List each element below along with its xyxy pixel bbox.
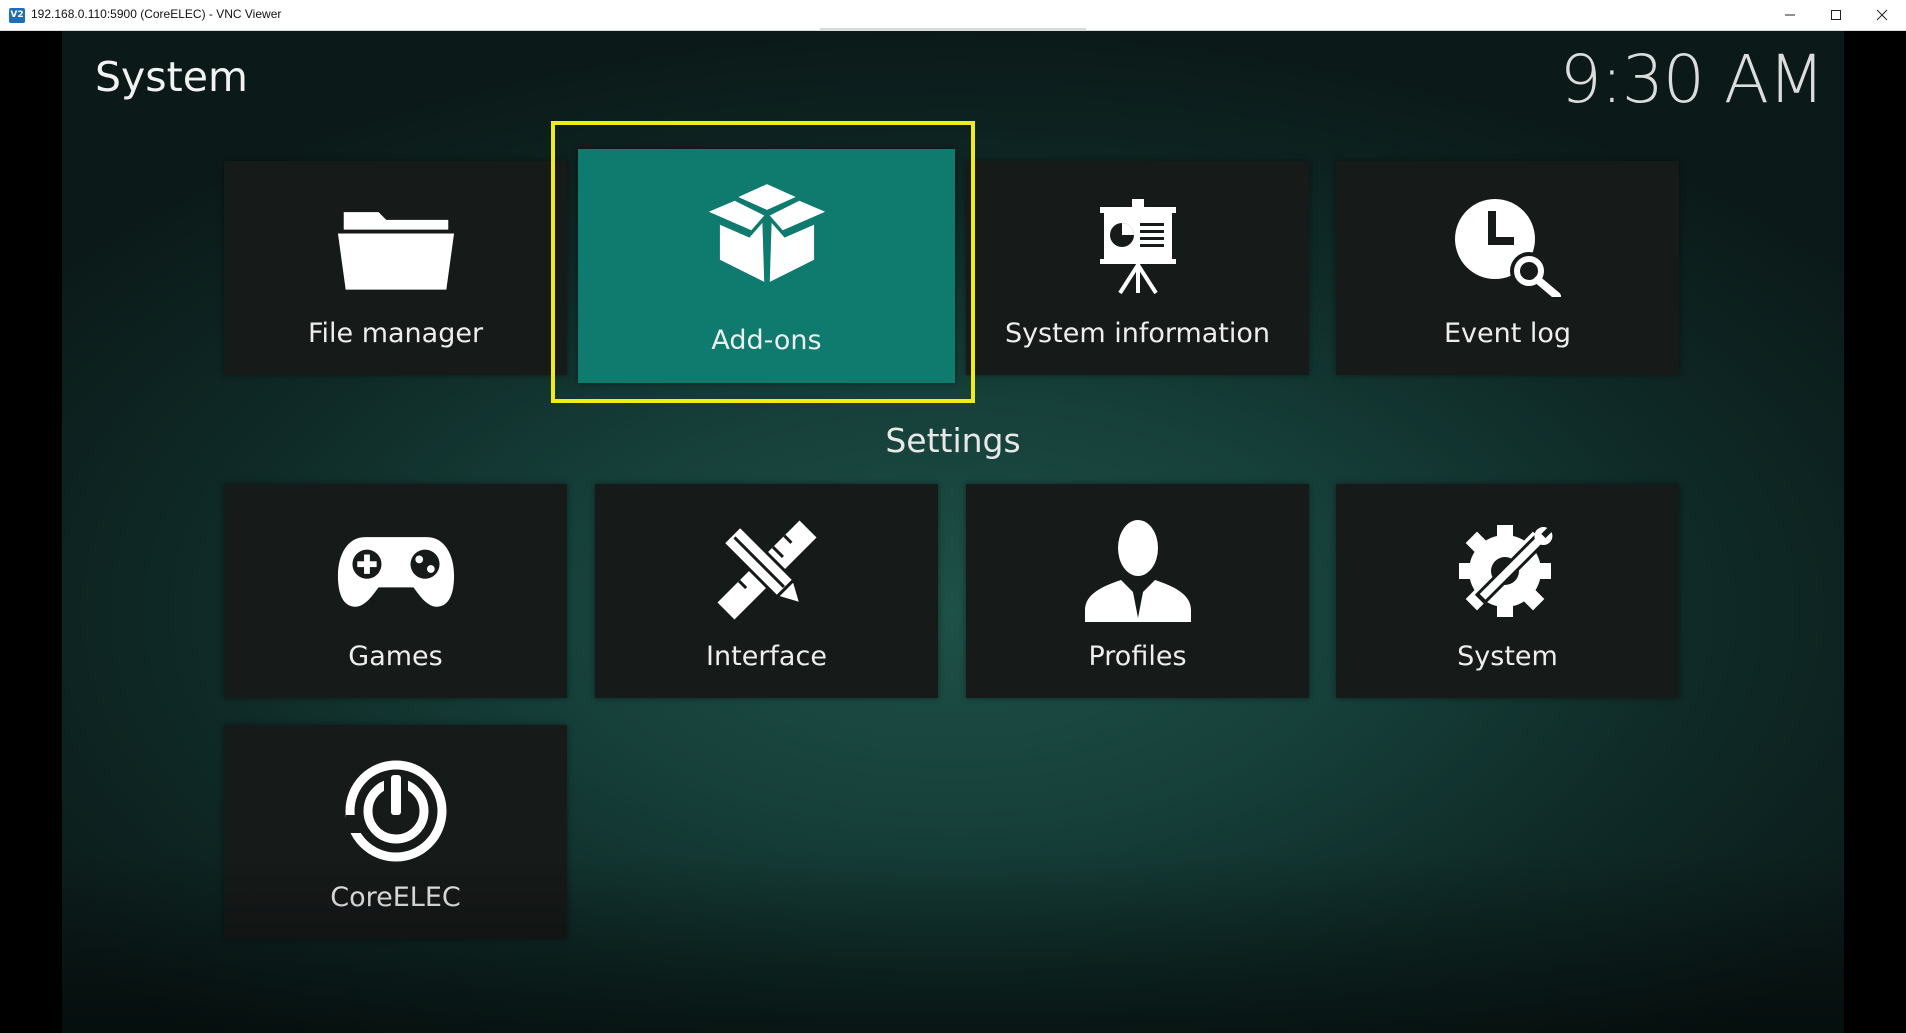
tile-games[interactable]: Games xyxy=(224,484,567,698)
user-icon xyxy=(1078,520,1198,622)
tile-system[interactable]: System xyxy=(1336,484,1679,698)
presentation-icon xyxy=(1078,197,1198,297)
maximize-icon xyxy=(1831,10,1841,20)
gear-wrench-icon xyxy=(1448,520,1568,620)
folder-icon xyxy=(336,197,456,297)
kodi-system-screen: System 9:30 AM File manager Add-ons Syst… xyxy=(62,31,1844,1033)
tile-label: Games xyxy=(348,641,443,672)
tile-label: System xyxy=(1457,641,1558,672)
clock: 9:30 AM xyxy=(1559,41,1825,118)
tile-label: File manager xyxy=(307,318,484,349)
close-icon xyxy=(1876,9,1888,21)
power-icon xyxy=(336,760,456,862)
tile-profiles[interactable]: Profiles xyxy=(966,484,1309,698)
title-bar[interactable]: V2 192.168.0.110:5900 (CoreELEC) - VNC V… xyxy=(0,0,1906,32)
tile-file-manager[interactable]: File manager xyxy=(224,161,567,375)
tile-label: System information xyxy=(1004,318,1271,349)
pencil-ruler-icon xyxy=(707,520,827,620)
tile-label: CoreELEC xyxy=(330,882,461,913)
tile-label: Profiles xyxy=(1088,641,1187,672)
maximize-button[interactable] xyxy=(1813,0,1859,30)
section-label-settings: Settings xyxy=(885,421,1021,460)
gamepad-icon xyxy=(336,520,456,620)
box-icon xyxy=(707,183,827,283)
tile-interface[interactable]: Interface xyxy=(595,484,938,698)
minimize-button[interactable] xyxy=(1767,0,1813,30)
page-title: System xyxy=(95,53,248,101)
clock-search-icon xyxy=(1448,197,1568,297)
minimize-icon xyxy=(1785,14,1795,16)
tile-event-log[interactable]: Event log xyxy=(1336,161,1679,375)
tile-add-ons[interactable]: Add-ons xyxy=(578,149,955,383)
tile-system-information[interactable]: System information xyxy=(966,161,1309,375)
vnc-viewer-window: V2 192.168.0.110:5900 (CoreELEC) - VNC V… xyxy=(0,0,1906,1033)
window-title: 192.168.0.110:5900 (CoreELEC) - VNC View… xyxy=(31,7,282,21)
tile-coreelec[interactable]: CoreELEC xyxy=(224,725,567,939)
tile-label: Event log xyxy=(1443,318,1572,349)
tile-label: Interface xyxy=(706,641,827,672)
tile-label: Add-ons xyxy=(711,325,822,356)
close-button[interactable] xyxy=(1859,0,1905,30)
vnc-app-icon: V2 xyxy=(9,8,25,23)
remote-screen[interactable]: System 9:30 AM File manager Add-ons Syst… xyxy=(0,31,1906,1033)
